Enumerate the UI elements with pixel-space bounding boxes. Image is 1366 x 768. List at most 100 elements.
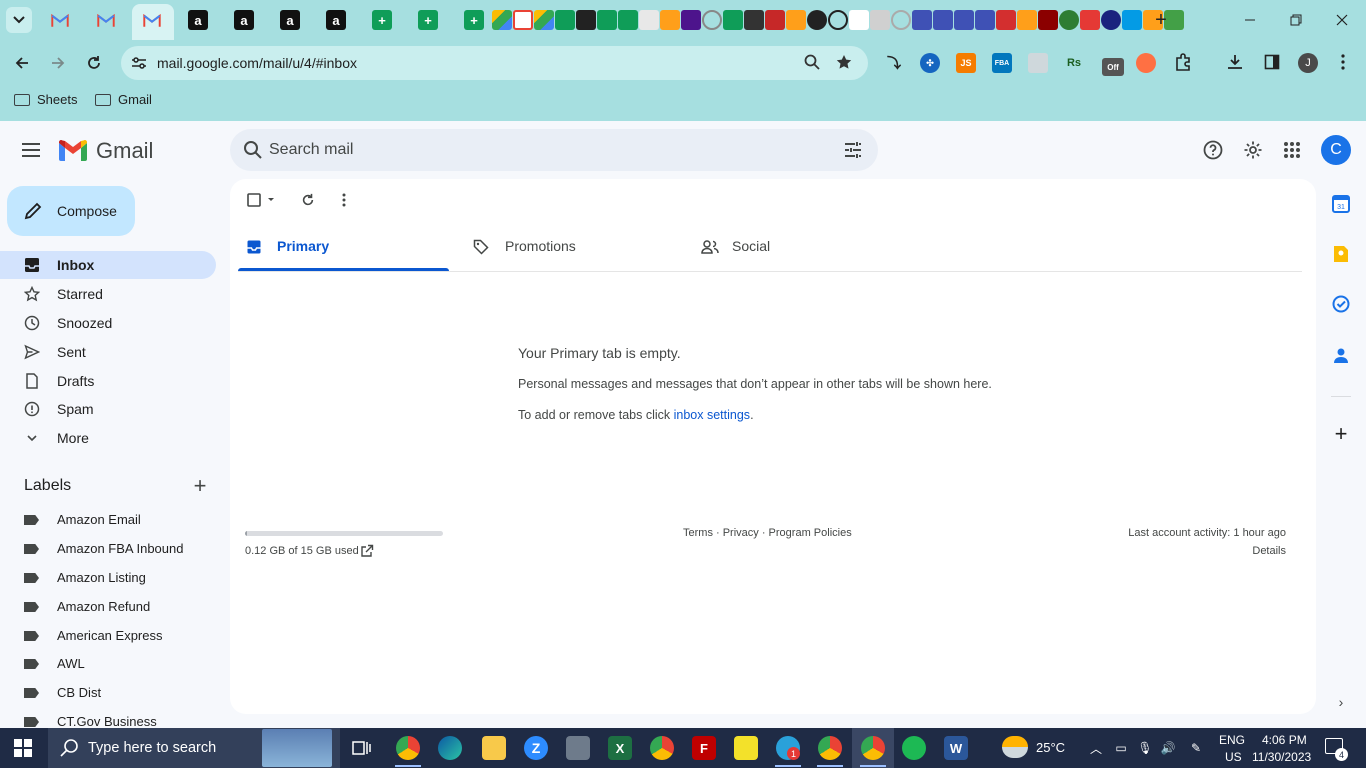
label-item[interactable]: CB Dist (57, 685, 101, 700)
browser-profile-avatar[interactable]: J (1298, 53, 1318, 73)
sticky-notes-icon[interactable] (734, 736, 758, 760)
history-favicon-icon[interactable] (828, 10, 848, 30)
add-label-button[interactable]: + (191, 473, 209, 498)
forward-button[interactable] (46, 51, 70, 75)
chevron-up-icon[interactable]: ︿ (1088, 740, 1104, 756)
calculator-icon[interactable] (566, 736, 590, 760)
help-icon[interactable] (1202, 139, 1224, 161)
label-item[interactable]: American Express (57, 628, 162, 643)
bookmark-gmail[interactable]: Gmail (95, 92, 152, 107)
receipt-favicon-icon[interactable] (744, 10, 764, 30)
sysco-favicon-icon[interactable] (1122, 10, 1142, 30)
word-taskbar-icon[interactable]: W (944, 736, 968, 760)
extension-rs-icon[interactable]: Rs (1064, 53, 1084, 73)
gmail-brand-text[interactable]: Gmail (96, 138, 153, 164)
main-menu-icon[interactable] (22, 139, 44, 161)
contacts-icon[interactable] (1331, 345, 1351, 365)
reload-button[interactable] (82, 51, 106, 75)
language-indicator[interactable]: ENG (1219, 733, 1245, 747)
label-item[interactable]: Amazon Listing (57, 570, 146, 585)
bookmark-sheets[interactable]: Sheets (14, 92, 77, 107)
tab-sheets-2[interactable]: + (418, 10, 438, 30)
keep-icon[interactable] (1331, 244, 1351, 264)
tab-sheets-3[interactable]: + (464, 10, 484, 30)
gs-favicon-icon[interactable] (1101, 10, 1121, 30)
tool-favicon-icon[interactable] (660, 10, 680, 30)
label-item[interactable]: CT.Gov Business (57, 714, 157, 729)
minimize-button[interactable] (1238, 8, 1262, 32)
spotify-icon[interactable] (902, 736, 926, 760)
select-all-checkbox[interactable] (245, 191, 275, 209)
search-options-icon[interactable] (842, 139, 864, 161)
download-icon[interactable] (1224, 51, 1246, 73)
bookmark-star-icon[interactable] (833, 51, 855, 73)
clock-date[interactable]: 11/30/2023 (1252, 750, 1311, 764)
label-item[interactable]: Amazon FBA Inbound (57, 541, 183, 556)
bookmark-favicon-icon[interactable] (576, 10, 596, 30)
shield-favicon-icon[interactable] (765, 10, 785, 30)
network-icon[interactable]: ▭ (1113, 740, 1129, 756)
calendar-icon[interactable]: 31 (1331, 194, 1351, 214)
start-button[interactable] (14, 739, 32, 757)
s-favicon-icon[interactable] (870, 10, 890, 30)
ring-favicon-icon[interactable] (891, 10, 911, 30)
label-item[interactable]: Amazon Refund (57, 599, 150, 614)
tab-sheets-1[interactable]: + (372, 10, 392, 30)
extension-palette-icon[interactable] (1028, 53, 1048, 73)
inbox-settings-link[interactable]: inbox settings (674, 408, 750, 422)
ring-favicon-icon[interactable] (702, 10, 722, 30)
sheets-favicon-icon[interactable] (618, 10, 638, 30)
extension-fba-icon[interactable]: FBA (992, 53, 1012, 73)
extension-globe-icon[interactable]: ✣ (920, 53, 940, 73)
file-explorer-icon[interactable] (482, 736, 506, 760)
close-window-button[interactable] (1330, 8, 1354, 32)
search-input[interactable] (269, 139, 789, 161)
apps-grid-icon[interactable] (1281, 139, 1303, 161)
card-favicon-icon[interactable] (996, 10, 1016, 30)
gmail-favicon-icon[interactable] (513, 10, 533, 30)
refresh-icon[interactable] (299, 191, 317, 209)
chart-favicon-icon[interactable] (849, 10, 869, 30)
footer-links[interactable]: Terms · Privacy · Program Policies (683, 527, 852, 539)
search-icon[interactable] (242, 139, 264, 161)
list-favicon-icon[interactable] (975, 10, 995, 30)
tool-favicon-icon[interactable] (1017, 10, 1037, 30)
settings-gear-icon[interactable] (1242, 139, 1264, 161)
extension-arrow-icon[interactable]: ⤵ (884, 53, 904, 73)
jc-favicon-icon[interactable] (1080, 10, 1100, 30)
chrome-taskbar-icon[interactable] (396, 736, 420, 760)
tab-gmail-active[interactable] (142, 10, 162, 30)
extension-orange-icon[interactable] (1136, 53, 1156, 73)
tab-gmail-1[interactable] (50, 10, 70, 30)
list-favicon-icon[interactable] (912, 10, 932, 30)
sheets-favicon-icon[interactable] (597, 10, 617, 30)
tab-gmail-2[interactable] (96, 10, 116, 30)
get-addons-button[interactable]: + (1331, 421, 1351, 446)
browser-menu-icon[interactable] (1332, 51, 1354, 73)
tab-amazon-1[interactable]: a (188, 10, 208, 30)
drive-favicon-icon[interactable] (534, 10, 554, 30)
zoom-icon[interactable] (801, 51, 823, 73)
site-info-icon[interactable] (128, 52, 150, 74)
c-favicon-icon[interactable] (807, 10, 827, 30)
tool-favicon-icon[interactable] (786, 10, 806, 30)
open-external-icon[interactable] (360, 544, 374, 558)
hide-side-panel-button[interactable]: › (1333, 693, 1349, 711)
fedex-favicon-icon[interactable] (681, 10, 701, 30)
details-link[interactable]: Details (1252, 545, 1286, 557)
pen-icon[interactable]: ✎ (1188, 740, 1204, 756)
tab-amazon-3[interactable]: a (280, 10, 300, 30)
more-options-icon[interactable] (335, 191, 353, 209)
label-item[interactable]: AWL (57, 656, 85, 671)
excel-taskbar-icon[interactable]: X (608, 736, 632, 760)
zoom-taskbar-icon[interactable]: Z (524, 736, 548, 760)
extensions-puzzle-icon[interactable] (1172, 51, 1194, 73)
chrome-active-taskbar-icon[interactable] (861, 736, 885, 760)
clock-time[interactable]: 4:06 PM (1262, 733, 1307, 747)
edge-taskbar-icon[interactable] (438, 736, 462, 760)
side-panel-icon[interactable] (1261, 51, 1283, 73)
sheets-favicon-icon[interactable] (723, 10, 743, 30)
text-favicon-icon[interactable] (639, 10, 659, 30)
tab-social[interactable] (690, 230, 910, 272)
chrome-profile-taskbar-icon[interactable] (650, 736, 674, 760)
